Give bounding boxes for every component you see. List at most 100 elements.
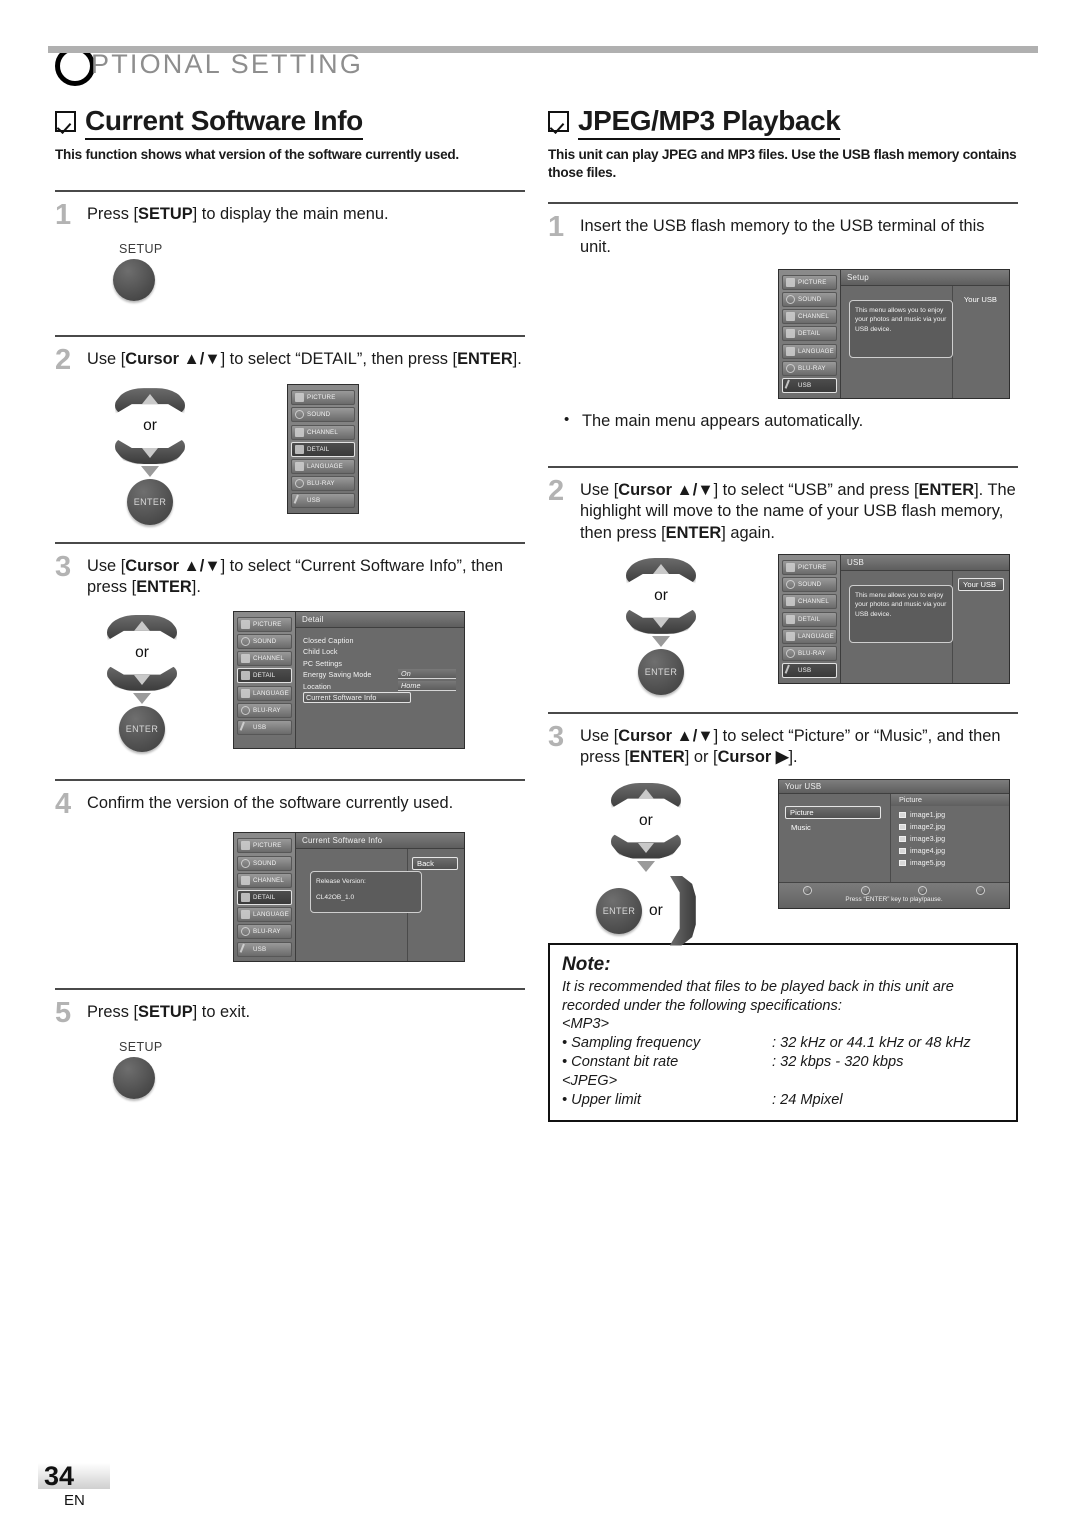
osd-device-label-selected[interactable]: Your USB xyxy=(958,577,1004,591)
enter-button[interactable]: ENTER xyxy=(638,648,684,695)
osd-setting-row[interactable]: Child Lock xyxy=(303,646,464,658)
step-text: Use [Cursor ▲/▼] to select “USB” and pre… xyxy=(580,480,1016,542)
color-button-4-icon[interactable] xyxy=(975,885,985,895)
osd-category-picture[interactable]: Picture xyxy=(785,805,881,819)
osd-menu-item-usb[interactable]: USB xyxy=(291,493,355,509)
osd-menu-item-detail[interactable]: DETAIL xyxy=(237,668,292,684)
osd-menu-item-picture[interactable]: PICTURE xyxy=(291,390,355,406)
osd-menu-item-sound[interactable]: SOUND xyxy=(237,855,292,871)
osd-menu-item-bluray[interactable]: BLU-RAY xyxy=(782,646,837,661)
cursor-up-button[interactable] xyxy=(107,614,177,641)
osd-menu-item-language[interactable]: LANGUAGE xyxy=(291,459,355,474)
osd-back-button[interactable]: Back xyxy=(412,857,458,871)
osd-menu-item-bluray[interactable]: BLU-RAY xyxy=(782,360,837,376)
osd-menu-item-channel[interactable]: CHANNEL xyxy=(291,424,355,440)
osd-menu-item-sound[interactable]: SOUND xyxy=(291,407,355,423)
cursor-down-button[interactable] xyxy=(115,438,185,465)
osd-setting-row-selected[interactable]: Current Software Info xyxy=(303,692,464,704)
osd-menu-item-picture[interactable]: PICTURE xyxy=(237,838,292,854)
osd-menu-item-detail[interactable]: DETAIL xyxy=(237,890,292,906)
osd-menu-item-language[interactable]: LANGUAGE xyxy=(782,628,837,644)
step-number: 3 xyxy=(548,720,565,753)
note-spec-value: : 32 kbps - 320 kbps xyxy=(772,1054,904,1071)
or-label: or xyxy=(639,811,653,829)
enter-button[interactable]: ENTER xyxy=(119,705,165,752)
osd-category-music[interactable]: Music xyxy=(787,822,815,833)
left-description: This function shows what version of the … xyxy=(55,147,459,163)
cursor-up-button[interactable] xyxy=(115,388,185,415)
color-button-3-icon[interactable] xyxy=(918,885,928,895)
cursor-enter-cluster[interactable]: or ENTER xyxy=(107,614,177,752)
osd-device-label[interactable]: Your USB xyxy=(960,294,1001,305)
osd-menu-item-bluray[interactable]: BLU-RAY xyxy=(291,476,355,492)
osd-item-label: BLU-RAY xyxy=(307,480,335,488)
osd-main-pane: Detail Closed Caption Child Lock PC Sett… xyxy=(296,611,464,748)
osd-menu-item-usb[interactable]: USB xyxy=(237,941,292,957)
enter-or-right-row: ENTER or xyxy=(596,875,696,946)
osd-menu-item-language[interactable]: LANGUAGE xyxy=(237,685,292,701)
cursor-up-button[interactable] xyxy=(610,782,681,809)
osd-setting-row[interactable]: PC Settings xyxy=(303,658,464,670)
step-number: 3 xyxy=(55,551,72,584)
cursor-enter-cluster[interactable]: or ENTER xyxy=(626,557,696,695)
osd-menu-item-detail[interactable]: DETAIL xyxy=(782,611,837,627)
language-icon xyxy=(786,631,795,641)
cursor-enter-cluster[interactable]: or ENTER or xyxy=(596,782,696,946)
cursor-right-button[interactable] xyxy=(669,875,696,946)
osd-menu-item-channel[interactable]: CHANNEL xyxy=(782,309,837,325)
setup-button-figure[interactable]: SETUP xyxy=(113,1040,203,1099)
cursor-down-button[interactable] xyxy=(626,607,696,634)
osd-menu-item-sound[interactable]: SOUND xyxy=(237,634,292,650)
osd-menu-item-channel[interactable]: CHANNEL xyxy=(237,651,292,667)
osd-menu-item-detail[interactable]: DETAIL xyxy=(782,326,837,342)
cursor-enter-cluster[interactable]: or ENTER xyxy=(115,388,185,526)
cursor-up-button[interactable] xyxy=(626,557,696,584)
osd-menu-item-picture[interactable]: PICTURE xyxy=(782,274,837,290)
arrow-up-icon xyxy=(142,394,158,405)
osd-menu-item-language[interactable]: LANGUAGE xyxy=(782,343,837,359)
note-line-1: It is recommended that files to be playe… xyxy=(562,978,954,995)
channel-icon xyxy=(241,875,250,885)
osd-menu-item-usb[interactable]: USB xyxy=(237,720,292,736)
step-text: Press [SETUP] to display the main menu. xyxy=(87,204,389,223)
enter-button[interactable]: ENTER xyxy=(127,479,173,526)
osd-menu-item-picture[interactable]: PICTURE xyxy=(237,616,292,632)
osd-menu-item-usb[interactable]: USB xyxy=(782,663,837,679)
osd-file-item[interactable]: image4.jpg xyxy=(891,845,1009,857)
osd-screen-title: Current Software Info xyxy=(296,833,464,850)
osd-setting-row[interactable]: Location Home xyxy=(303,680,464,693)
osd-menu-item-language[interactable]: LANGUAGE xyxy=(237,907,292,923)
osd-menu-item-channel[interactable]: CHANNEL xyxy=(237,872,292,888)
sound-icon xyxy=(241,637,250,647)
color-button-1-icon[interactable] xyxy=(803,885,813,895)
page-number: 34 xyxy=(44,1461,75,1491)
osd-file-item[interactable]: image2.jpg xyxy=(891,821,1009,833)
osd-item-label: DETAIL xyxy=(798,330,821,338)
step-text: Use [Cursor ▲/▼] to select “DETAIL”, the… xyxy=(87,349,522,368)
osd-menu-item-picture[interactable]: PICTURE xyxy=(782,560,837,576)
osd-menu-item-bluray[interactable]: BLU-RAY xyxy=(237,924,292,940)
cursor-down-button[interactable] xyxy=(610,832,681,859)
osd-file-column-title: Picture xyxy=(891,793,1009,806)
osd-menu-item-channel[interactable]: CHANNEL xyxy=(782,594,837,610)
osd-menu-item-sound[interactable]: SOUND xyxy=(782,291,837,307)
osd-setting-row[interactable]: Closed Caption xyxy=(303,635,464,647)
color-button-2-icon[interactable] xyxy=(860,885,870,895)
setup-button[interactable] xyxy=(113,258,155,301)
osd-menu-item-bluray[interactable]: BLU-RAY xyxy=(237,702,292,718)
osd-menu-item-usb[interactable]: USB xyxy=(782,377,837,393)
osd-file-item[interactable]: image3.jpg xyxy=(891,833,1009,845)
osd-foot-hint: Press “ENTER” key to play/pause. xyxy=(845,895,943,903)
osd-setting-row[interactable]: Energy Saving Mode On xyxy=(303,669,464,681)
osd-menu-item-sound[interactable]: SOUND xyxy=(782,577,837,593)
right-description: This unit can play JPEG and MP3 files. U… xyxy=(548,147,1017,180)
osd-item-label: USB xyxy=(307,497,321,505)
setup-button[interactable] xyxy=(113,1056,155,1099)
osd-file-item[interactable]: image5.jpg xyxy=(891,857,1009,869)
osd-file-item[interactable]: image1.jpg xyxy=(891,809,1009,821)
osd-item-label: PICTURE xyxy=(253,620,282,628)
osd-menu-item-detail[interactable]: DETAIL xyxy=(291,441,355,457)
enter-button[interactable]: ENTER xyxy=(596,887,642,934)
setup-button-figure[interactable]: SETUP xyxy=(113,242,203,301)
cursor-down-button[interactable] xyxy=(107,664,177,691)
